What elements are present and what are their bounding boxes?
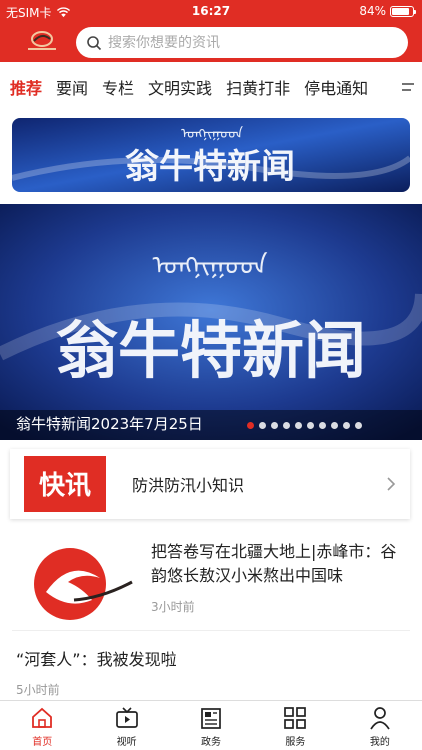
small-banner[interactable]: ᠣᠩᠨᠢᠭᠤᠳ 翁牛特新闻 [12, 118, 410, 192]
carousel-dot[interactable] [283, 422, 290, 429]
battery-icon [390, 5, 416, 17]
news-title: 把答卷写在北疆大地上|赤峰市：谷韵悠长敖汉小米熬出中国味 [151, 542, 397, 585]
tab-anti-porn[interactable]: 扫黄打非 [226, 75, 290, 99]
bottom-nav: 首页 视听 政务 服务 我的 [0, 700, 422, 750]
quick-news-card[interactable]: 快讯 防洪防汛小知识 [10, 449, 410, 519]
quick-news-badge: 快讯 [24, 456, 106, 512]
small-banner-title: 翁牛特新闻 [125, 147, 295, 187]
menu-icon [402, 83, 414, 91]
news-time: 5小时前 [16, 683, 60, 697]
small-banner-mongolian: ᠣᠩᠨᠢᠭᠤᠳ [181, 126, 243, 142]
carousel-dot[interactable] [343, 422, 350, 429]
tab-columns[interactable]: 专栏 [102, 75, 134, 99]
user-icon [370, 707, 390, 730]
battery-group: 84% [359, 4, 416, 18]
tab-power-outage[interactable]: 停电通知 [304, 75, 368, 99]
carousel-dot[interactable] [295, 422, 302, 429]
tab-recommend[interactable]: 推荐 [10, 75, 42, 99]
news-title: “河套人”：我被发现啦 [16, 650, 177, 669]
search-box[interactable] [76, 27, 408, 58]
search-icon [87, 35, 102, 50]
carousel-dot[interactable] [355, 422, 362, 429]
nav-label: 视听 [116, 737, 137, 748]
app-logo[interactable] [22, 28, 62, 54]
list-item[interactable]: 把答卷写在北疆大地上|赤峰市：谷韵悠长敖汉小米熬出中国味 3小时前 [0, 532, 422, 630]
main-carousel[interactable]: ᠣᠩᠨᠢᠭᠤᠳ 翁牛特新闻 翁牛特新闻2023年7月25日 [0, 204, 422, 440]
nav-label: 政务 [201, 737, 222, 748]
carousel-dot[interactable] [259, 422, 266, 429]
nav-label: 服务 [285, 737, 306, 748]
carousel-dot[interactable] [271, 422, 278, 429]
nav-video[interactable]: 视听 [84, 701, 168, 750]
news-thumbnail [12, 542, 138, 624]
carousel-dot[interactable] [319, 422, 326, 429]
carousel-image: ᠣᠩᠨᠢᠭᠤᠳ 翁牛特新闻 [0, 204, 422, 440]
nav-label: 首页 [32, 737, 53, 748]
quick-badge-label: 快讯 [39, 471, 91, 501]
nav-government[interactable]: 政务 [169, 701, 253, 750]
small-banner-image: ᠣᠩᠨᠢᠭᠤᠳ 翁牛特新闻 [12, 118, 410, 192]
quick-news-title: 防洪防汛小知识 [132, 476, 245, 495]
nav-profile[interactable]: 我的 [338, 701, 422, 750]
divider [12, 630, 410, 631]
more-tabs-button[interactable] [394, 62, 422, 112]
carousel-title: 翁牛特新闻 [56, 314, 366, 387]
nav-label: 我的 [369, 737, 390, 748]
status-bar: 无SIM卡 16:27 84% [0, 0, 422, 22]
news-time: 3小时前 [151, 600, 195, 614]
top-header: 无SIM卡 16:27 84% [0, 0, 422, 62]
carousel-dot[interactable] [247, 422, 254, 429]
category-tabs: 推荐 要闻 专栏 文明实践 扫黄打非 停电通知 [0, 62, 422, 112]
video-icon [115, 707, 138, 728]
grid-icon [284, 707, 307, 729]
carousel-dot[interactable] [331, 422, 338, 429]
carousel-dots[interactable] [247, 422, 362, 429]
nav-home[interactable]: 首页 [0, 701, 84, 750]
battery-percent: 84% [359, 4, 386, 18]
carousel-mongolian: ᠣᠩᠨᠢᠭᠤᠳ [152, 251, 267, 281]
carousel-caption: 翁牛特新闻2023年7月25日 [16, 415, 203, 433]
nav-services[interactable]: 服务 [253, 701, 337, 750]
search-input[interactable] [108, 34, 388, 51]
tab-headlines[interactable]: 要闻 [56, 75, 88, 99]
chevron-right-icon [387, 477, 396, 491]
carousel-dot[interactable] [307, 422, 314, 429]
home-icon [32, 707, 53, 728]
newspaper-icon [201, 708, 221, 729]
tab-civilization[interactable]: 文明实践 [148, 75, 212, 99]
